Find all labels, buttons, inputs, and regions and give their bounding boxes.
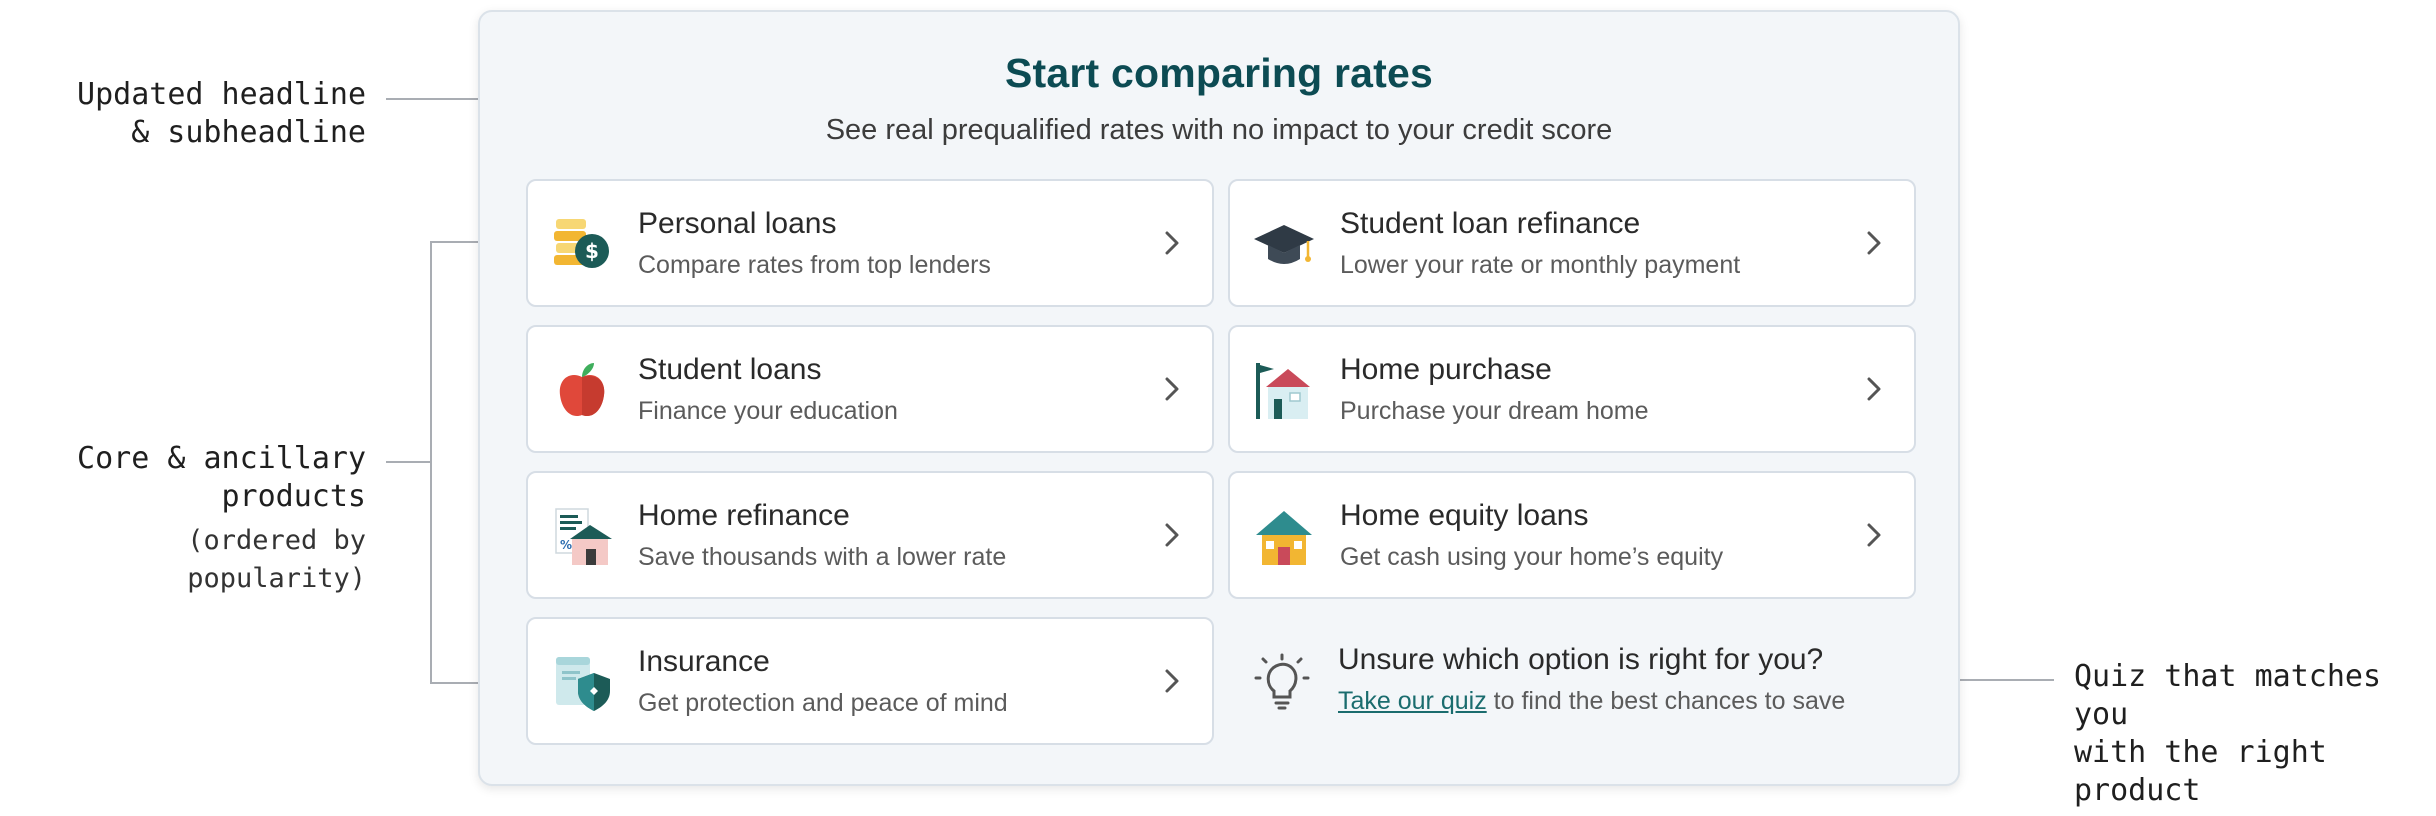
take-quiz-link[interactable]: Take our quiz: [1338, 687, 1487, 715]
product-description: Finance your education: [638, 397, 898, 425]
annotation-headline-line-2: & subheadline: [131, 115, 366, 150]
product-card-home-refinance[interactable]: % Home refinance Save thousands with a l…: [526, 471, 1214, 599]
apple-icon: [559, 363, 605, 417]
annotation-quiz: Quiz that matches you with the right pro…: [2074, 658, 2436, 810]
product-card-student-loans[interactable]: Student loans Finance your education: [526, 325, 1214, 453]
lightbulb-icon: [1254, 653, 1310, 710]
house-with-flag-icon: [1256, 363, 1310, 419]
product-card-insurance[interactable]: Insurance Get protection and peace of mi…: [526, 617, 1214, 745]
quiz-title: Unsure which option is right for you?: [1338, 643, 1824, 676]
product-description: Purchase your dream home: [1340, 397, 1649, 425]
product-title: Student loans: [638, 353, 822, 386]
product-title: Insurance: [638, 645, 770, 678]
house-document-icon: %: [555, 508, 612, 565]
product-title: Home equity loans: [1340, 499, 1589, 532]
quiz-prompt: Unsure which option is right for you? Ta…: [1228, 619, 1916, 747]
annotation-products-note: (ordered by popularity): [187, 525, 366, 594]
product-title: Home purchase: [1340, 353, 1552, 386]
product-title: Personal loans: [638, 207, 837, 240]
house-icon: [1256, 511, 1312, 565]
product-title: Home refinance: [638, 499, 850, 532]
page-title: Start comparing rates: [1005, 50, 1433, 96]
shield-document-icon: [556, 657, 610, 711]
chevron-right-icon: [1165, 523, 1179, 547]
annotation-products: Core & ancillary products (ordered by po…: [0, 440, 366, 598]
coins-stack-icon: $: [554, 219, 609, 268]
annotation-quiz-line-2: with the right product: [2074, 735, 2327, 808]
product-description: Get cash using your home’s equity: [1340, 543, 1724, 571]
quiz-description-rest: to find the best chances to save: [1486, 687, 1846, 715]
product-card-home-equity-loans[interactable]: Home equity loans Get cash using your ho…: [1228, 471, 1916, 599]
annotation-headline-line-1: Updated headline: [77, 77, 366, 112]
page-subtitle: See real prequalified rates with no impa…: [825, 114, 1613, 146]
product-card-personal-loans[interactable]: $ Personal loans Compare rates from top …: [526, 179, 1214, 307]
chevron-right-icon: [1867, 231, 1881, 255]
chevron-right-icon: [1867, 377, 1881, 401]
chevron-right-icon: [1165, 669, 1179, 693]
product-description: Lower your rate or monthly payment: [1340, 251, 1741, 279]
svg-text:%: %: [560, 538, 572, 552]
annotation-products-connector: [386, 461, 430, 463]
chevron-right-icon: [1867, 523, 1881, 547]
svg-text:$: $: [585, 239, 599, 263]
product-description: Save thousands with a lower rate: [638, 543, 1007, 571]
annotation-quiz-line-1: Quiz that matches you: [2074, 659, 2382, 732]
quiz-description: Take our quiz to find the best chances t…: [1338, 687, 1845, 716]
product-title: Student loan refinance: [1340, 207, 1641, 240]
annotation-products-line-1: Core & ancillary: [77, 441, 366, 476]
annotation-headline: Updated headline & subheadline: [77, 76, 366, 152]
chevron-right-icon: [1165, 231, 1179, 255]
annotation-products-line-2: products: [221, 479, 367, 514]
product-description: Get protection and peace of mind: [638, 689, 1008, 717]
product-card-student-loan-refinance[interactable]: Student loan refinance Lower your rate o…: [1228, 179, 1916, 307]
chevron-right-icon: [1165, 377, 1179, 401]
annotation-products-bracket-vertical: [430, 241, 432, 684]
product-card-home-purchase[interactable]: Home purchase Purchase your dream home: [1228, 325, 1916, 453]
product-description: Compare rates from top lenders: [638, 251, 991, 279]
graduation-cap-icon: [1254, 225, 1314, 264]
